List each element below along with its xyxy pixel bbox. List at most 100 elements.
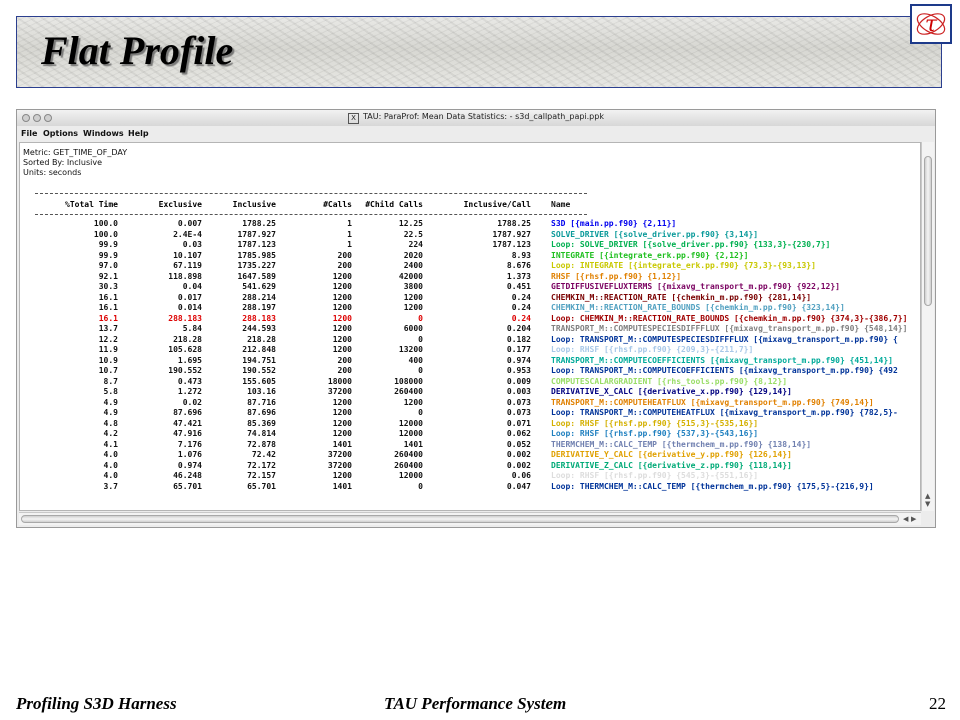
cell-function-name[interactable]: TRANSPORT_M::COMPUTECOEFFICIENTS [{mixav…: [551, 356, 893, 367]
cell-inclusive: 1787.927: [237, 229, 276, 239]
cell-function-name[interactable]: Loop: RHSF [{rhsf.pp.f90} {545,3}-{551,1…: [551, 471, 758, 482]
cell-total-time: 8.7: [103, 376, 118, 386]
cell-function-name[interactable]: DERIVATIVE_Z_CALC [{derivative_z.pp.f90}…: [551, 461, 792, 472]
cell-exclusive: 105.628: [168, 345, 202, 354]
cell-function-name[interactable]: Loop: RHSF [{rhsf.pp.f90} {209,3}-{211,7…: [551, 345, 753, 356]
cell-function-name[interactable]: TRANSPORT_M::COMPUTESPECIESDIFFFLUX [{mi…: [551, 324, 907, 335]
cell-function-name[interactable]: Loop: THERMCHEM_M::CALC_TEMP [{thermchem…: [551, 482, 874, 493]
vertical-scrollbar[interactable]: ▲ ▼: [921, 142, 934, 511]
cell-inclusive-per-call: 0.182: [506, 334, 531, 344]
horizontal-scrollbar[interactable]: ◀ ▶: [19, 512, 921, 525]
cell-function-name[interactable]: TRANSPORT_M::COMPUTEHEATFLUX [{mixavg_tr…: [551, 398, 874, 409]
cell-calls: 1200: [332, 271, 352, 281]
cell-function-name[interactable]: DERIVATIVE_Y_CALC [{derivative_y.pp.f90}…: [551, 450, 792, 461]
cell-total-time: 13.7: [98, 324, 118, 333]
cell-child-calls: 0: [418, 481, 423, 491]
cell-calls: 1200: [332, 429, 352, 438]
cell-child-calls: 224: [408, 240, 423, 249]
slide-header-banner: Flat Profile: [16, 16, 942, 88]
cell-function-name[interactable]: Loop: RHSF [{rhsf.pp.f90} {515,3}-{535,1…: [551, 419, 758, 430]
cell-total-time: 11.9: [98, 345, 118, 354]
cell-total-time: 100.0: [93, 219, 118, 228]
cell-total-time: 99.9: [98, 250, 118, 260]
cell-function-name[interactable]: Loop: TRANSPORT_M::COMPUTEHEATFLUX [{mix…: [551, 408, 898, 419]
cell-function-name[interactable]: Loop: INTEGRATE [{integrate_erk.pp.f90} …: [551, 261, 816, 272]
cell-function-name[interactable]: DERIVATIVE_X_CALC [{derivative_x.pp.f90}…: [551, 387, 792, 398]
profile-text-area[interactable]: Metric: GET_TIME_OF_DAY Sorted By: Inclu…: [19, 142, 921, 511]
cell-function-name[interactable]: INTEGRATE [{integrate_erk.pp.f90} {2,12}…: [551, 251, 748, 262]
cell-inclusive-per-call: 0.071: [506, 418, 531, 428]
column-header-inclusive[interactable]: Inclusive: [233, 200, 276, 211]
paraprof-window: X TAU: ParaProf: Mean Data Statistics: - …: [16, 109, 936, 528]
cell-exclusive: 1.695: [177, 355, 202, 365]
column-header-total-time[interactable]: %Total Time: [65, 200, 118, 211]
cell-exclusive: 7.176: [177, 439, 202, 449]
scroll-right-arrow-icon[interactable]: ▶: [911, 515, 916, 523]
cell-child-calls: 42000: [398, 271, 423, 281]
cell-exclusive: 67.119: [173, 261, 202, 270]
cell-function-name[interactable]: Loop: TRANSPORT_M::COMPUTECOEFFICIENTS […: [551, 366, 898, 377]
menu-options[interactable]: Options: [43, 129, 78, 138]
menu-bar: File Options Windows Help: [17, 126, 935, 140]
column-header-inclusive-per-call[interactable]: Inclusive/Call: [464, 200, 531, 211]
scroll-up-arrow-icon[interactable]: ▲: [925, 492, 930, 500]
menu-windows[interactable]: Windows: [83, 129, 124, 138]
cell-child-calls: 12000: [398, 418, 423, 428]
tau-logo-icon: τ: [910, 4, 952, 44]
cell-inclusive: 1787.123: [237, 240, 276, 249]
cell-inclusive-per-call: 0.24: [511, 292, 531, 302]
cell-exclusive: 0.03: [182, 240, 202, 249]
column-header-child-calls[interactable]: #Child Calls: [365, 200, 423, 211]
column-header-exclusive[interactable]: Exclusive: [159, 200, 202, 211]
cell-exclusive: 65.701: [173, 481, 202, 491]
cell-inclusive-per-call: 0.204: [506, 324, 531, 333]
cell-inclusive-per-call: 0.002: [506, 450, 531, 459]
x11-app-icon: X: [348, 113, 360, 124]
cell-total-time: 12.2: [98, 334, 118, 344]
cell-child-calls: 1200: [403, 397, 423, 407]
window-titlebar[interactable]: X TAU: ParaProf: Mean Data Statistics: - …: [17, 110, 935, 127]
column-header-name[interactable]: Name: [551, 200, 570, 211]
cell-inclusive: 87.696: [247, 408, 276, 417]
cell-function-name[interactable]: GETDIFFUSIVEFLUXTERMS [{mixavg_transport…: [551, 282, 840, 293]
cell-child-calls: 0: [418, 313, 423, 323]
cell-inclusive-per-call: 0.974: [506, 355, 531, 365]
cell-function-name[interactable]: CHEMKIN_M::REACTION_RATE [{chemkin_m.pp.…: [551, 293, 811, 304]
cell-function-name[interactable]: Loop: CHEMKIN_M::REACTION_RATE_BOUNDS [{…: [551, 314, 907, 325]
cell-function-name[interactable]: Loop: RHSF [{rhsf.pp.f90} {537,3}-{543,1…: [551, 429, 758, 440]
cell-function-name[interactable]: RHSF [{rhsf.pp.f90} {1,12}]: [551, 272, 681, 283]
vertical-scroll-thumb[interactable]: [924, 156, 932, 306]
scroll-left-arrow-icon[interactable]: ◀: [903, 515, 908, 523]
cell-function-name[interactable]: Loop: SOLVE_DRIVER [{solve_driver.pp.f90…: [551, 240, 830, 251]
cell-function-name[interactable]: THERMCHEM_M::CALC_TEMP [{thermchem_m.pp.…: [551, 440, 811, 451]
cell-total-time: 4.0: [103, 460, 118, 470]
cell-child-calls: 0: [418, 366, 423, 375]
scroll-down-arrow-icon[interactable]: ▼: [925, 500, 930, 508]
cell-function-name[interactable]: CHEMKIN_M::REACTION_RATE_BOUNDS [{chemki…: [551, 303, 845, 314]
horizontal-scroll-thumb[interactable]: [21, 515, 899, 523]
cell-inclusive: 72.42: [251, 450, 276, 459]
sorted-by-label: Sorted By: Inclusive: [23, 158, 102, 167]
cell-function-name[interactable]: S3D [{main.pp.f90} {2,11}]: [551, 219, 676, 230]
cell-function-name[interactable]: Loop: TRANSPORT_M::COMPUTESPECIESDIFFFLU…: [551, 335, 898, 346]
cell-total-time: 10.7: [98, 366, 118, 375]
cell-inclusive-per-call: 0.073: [506, 397, 531, 407]
cell-child-calls: 12000: [398, 429, 423, 438]
menu-help[interactable]: Help: [128, 129, 149, 138]
cell-inclusive: 194.751: [242, 355, 276, 365]
menu-file[interactable]: File: [21, 129, 37, 138]
cell-function-name[interactable]: SOLVE_DRIVER [{solve_driver.pp.f90} {3,1…: [551, 230, 758, 241]
cell-inclusive-per-call: 0.451: [506, 282, 531, 291]
cell-total-time: 16.1: [98, 303, 118, 312]
cell-inclusive-per-call: 0.052: [506, 439, 531, 449]
cell-child-calls: 2400: [403, 261, 423, 270]
cell-function-name[interactable]: COMPUTESCALARGRADIENT [{rhs_tools.pp.f90…: [551, 377, 787, 388]
cell-total-time: 30.3: [98, 282, 118, 291]
column-header-calls[interactable]: #Calls: [323, 200, 352, 211]
cell-inclusive-per-call: 0.06: [511, 471, 531, 480]
tau-logo-glyph: τ: [925, 12, 938, 37]
cell-inclusive-per-call: 0.073: [506, 408, 531, 417]
cell-inclusive: 288.214: [242, 292, 276, 302]
cell-inclusive-per-call: 8.93: [511, 250, 531, 260]
cell-inclusive-per-call: 0.047: [506, 481, 531, 491]
